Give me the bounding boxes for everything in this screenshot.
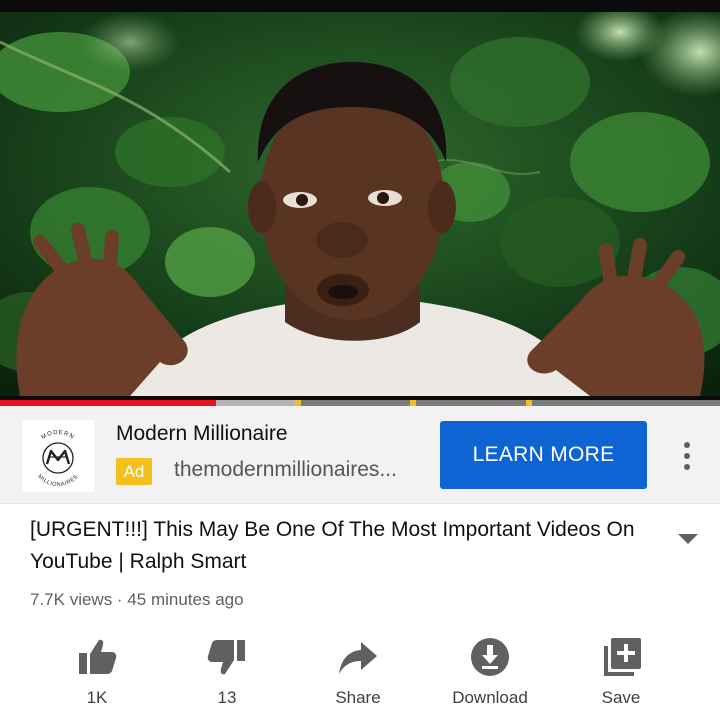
dislike-button[interactable]: 13: [172, 634, 282, 720]
like-button[interactable]: 1K: [42, 634, 152, 720]
chevron-down-icon[interactable]: [676, 532, 700, 546]
save-label: Save: [601, 688, 641, 707]
advertiser-url[interactable]: themodernmillionaires...: [174, 458, 424, 482]
thumbs-down-icon: [207, 640, 245, 675]
download-button[interactable]: Download: [435, 634, 545, 720]
svg-text:MODERN: MODERN: [41, 430, 76, 441]
more-options-icon[interactable]: [676, 436, 698, 476]
save-playlist-icon: [604, 638, 641, 676]
like-count: 1K: [86, 688, 108, 707]
modern-millionaires-logo[interactable]: MODERN MILLIONAIRES: [22, 420, 94, 492]
video-meta: 7.7K views · 45 minutes ago: [30, 590, 244, 609]
ad-banner[interactable]: MODERN MILLIONAIRES Modern Millionaire A…: [0, 406, 720, 504]
video-player[interactable]: [0, 0, 720, 400]
ad-badge: Ad: [116, 458, 152, 485]
action-bar: 1K 13 Share Download Save: [0, 634, 720, 720]
download-icon: [471, 638, 509, 676]
video-title[interactable]: [URGENT!!!] This May Be One Of The Most …: [30, 514, 650, 578]
advertiser-name[interactable]: Modern Millionaire: [116, 422, 288, 446]
learn-more-button[interactable]: LEARN MORE: [440, 421, 647, 489]
save-button[interactable]: Save: [566, 634, 676, 720]
share-button[interactable]: Share: [303, 634, 413, 720]
share-icon: [339, 642, 377, 674]
video-frame[interactable]: [0, 12, 720, 396]
svg-text:MILLIONAIRES: MILLIONAIRES: [36, 474, 79, 488]
logo-text-top: MODERN: [41, 430, 75, 441]
share-label: Share: [335, 688, 381, 707]
youtube-watch-page: MODERN MILLIONAIRES Modern Millionaire A…: [0, 0, 720, 720]
thumbs-up-icon: [79, 639, 117, 674]
dislike-count: 13: [217, 688, 237, 707]
download-label: Download: [452, 688, 528, 707]
logo-text-bottom: MILLIONAIRES: [36, 474, 79, 488]
